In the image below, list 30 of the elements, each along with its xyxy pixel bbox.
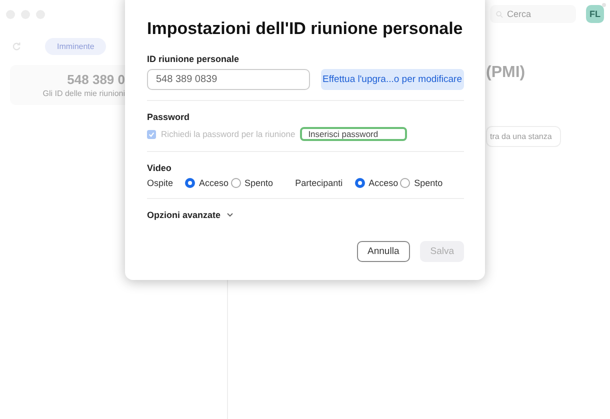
upgrade-button[interactable]: Effettua l'upgra...o per modificare	[320, 69, 464, 90]
radio-label: Spento	[244, 178, 274, 188]
search-icon	[496, 10, 503, 18]
checkbox-label: Richiedi la password per la riunione	[161, 129, 296, 139]
room-button[interactable]: tra da una stanza	[486, 126, 561, 147]
radio-button[interactable]	[400, 178, 410, 188]
radio-label: Acceso	[199, 178, 229, 188]
tab[interactable]: Imminente	[45, 38, 106, 55]
advanced-options-toggle[interactable]: Opzioni avanzate	[147, 210, 464, 220]
cancel-button[interactable]: Annulla	[356, 241, 410, 262]
radio-button[interactable]	[354, 178, 365, 188]
avatar[interactable]: FL	[586, 5, 604, 23]
page-heading: (PMI)	[486, 64, 526, 82]
radio-label: Acceso	[368, 178, 398, 188]
radio-button[interactable]	[230, 178, 241, 188]
dialog-title: Impostazioni dell'ID riunione personale	[147, 19, 464, 39]
meeting-id: 548 389 0	[67, 72, 125, 87]
option-label: Partecipanti	[295, 178, 343, 188]
section-label: Video	[147, 163, 172, 173]
section-label: Password	[147, 112, 191, 122]
meeting-caption: Gli ID delle mie riunioni	[42, 89, 125, 98]
option-label: Ospite	[147, 178, 174, 188]
search-field[interactable]: Cerca	[490, 5, 576, 23]
section-label: ID riunione personale	[147, 54, 240, 64]
radio-button[interactable]	[185, 178, 196, 188]
meeting-card[interactable]: 548 389 0 Gli ID delle mie riunioni	[10, 65, 125, 105]
refresh-icon[interactable]	[12, 42, 21, 51]
radio-label: Spento	[414, 178, 443, 188]
meeting-id-field[interactable]: 548 389 0839	[147, 69, 310, 90]
password-field[interactable]: Inserisci password	[300, 127, 408, 141]
